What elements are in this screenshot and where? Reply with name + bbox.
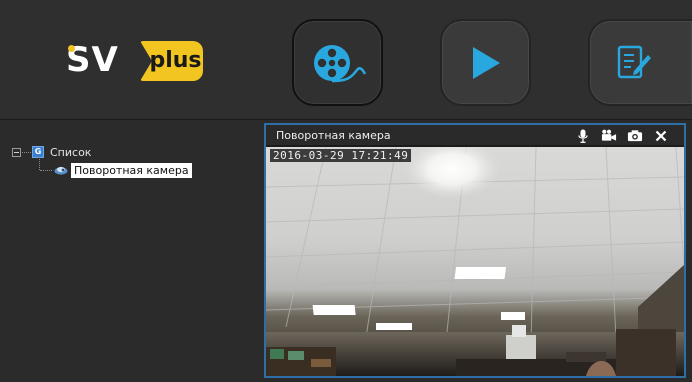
ptz-camera-icon: [54, 166, 68, 175]
top-toolbar: SV plus: [0, 0, 692, 120]
tree-collapse-toggle[interactable]: [12, 147, 21, 157]
film-reel-icon: [313, 44, 366, 82]
logo-notch: [140, 41, 152, 81]
camera-snapshot-icon[interactable]: [627, 128, 643, 143]
video-timestamp: 2016-03-29 17:21:49: [270, 149, 412, 162]
report-edit-icon: [617, 45, 651, 78]
tree-root-label: Список: [50, 145, 92, 159]
video-panel: Поворотная камера 2016-03-29 17:21:49: [264, 123, 686, 378]
tree-connector-vertical: [39, 157, 40, 170]
play-button[interactable]: [440, 19, 531, 106]
logo-dot: [68, 45, 75, 52]
play-icon: [472, 46, 500, 79]
close-icon[interactable]: [653, 128, 669, 143]
report-button[interactable]: [588, 19, 692, 106]
archive-button[interactable]: [292, 19, 383, 106]
video-camera-icon[interactable]: [601, 128, 617, 143]
tree-camera-item[interactable]: Поворотная камера: [71, 163, 192, 178]
video-header: Поворотная камера: [266, 125, 684, 146]
camera-video-frame[interactable]: 2016-03-29 17:21:49: [266, 147, 684, 376]
camera-feed-image: [266, 147, 684, 376]
logo-plus-label: plus: [149, 48, 202, 73]
tree-connector-horizontal: [40, 170, 52, 171]
video-title: Поворотная камера: [276, 129, 391, 142]
microphone-icon[interactable]: [575, 128, 591, 143]
sv-plus-logo: SV plus: [64, 39, 204, 82]
tree-connector: [22, 151, 31, 153]
group-folder-icon: G: [32, 146, 44, 158]
tree-root-row[interactable]: G Список: [12, 144, 91, 160]
